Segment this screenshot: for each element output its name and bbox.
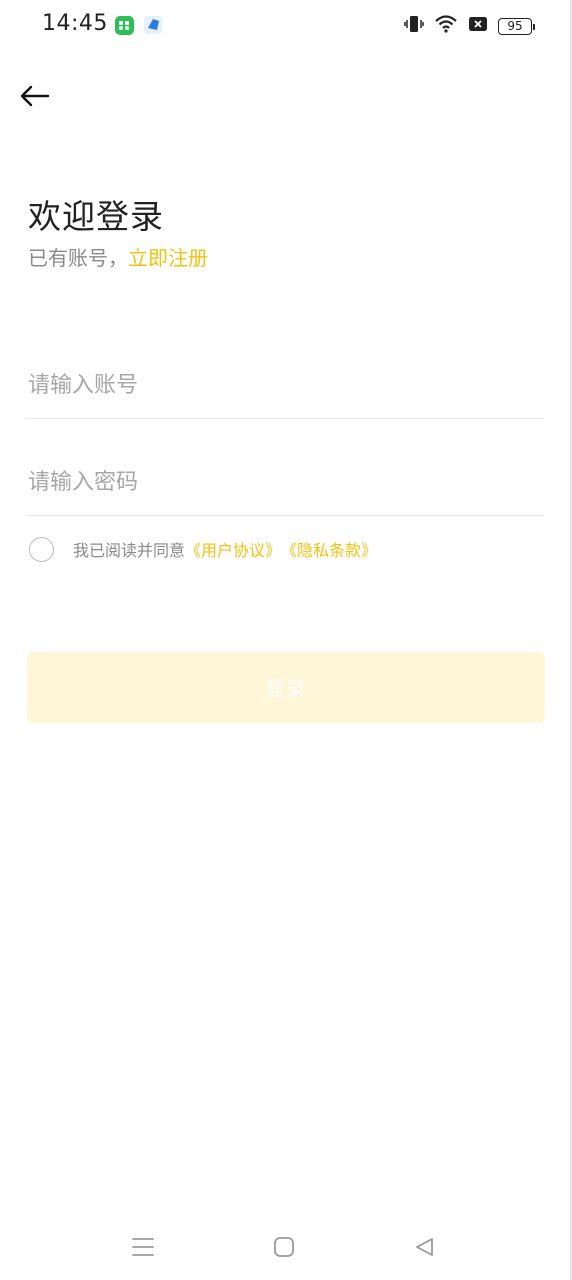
status-time: 14:45	[42, 11, 108, 36]
nav-menu-button[interactable]	[123, 1232, 163, 1262]
arrow-left-icon	[20, 85, 50, 107]
status-right-group: 95	[404, 14, 535, 38]
back-button[interactable]	[16, 78, 52, 114]
agree-checkbox[interactable]	[29, 536, 54, 562]
nav-back-button[interactable]	[404, 1232, 444, 1262]
status-bar: 14:45 95	[0, 0, 572, 52]
vibrate-icon	[404, 14, 424, 38]
register-prompt-text: 已有账号，	[28, 246, 128, 270]
password-field-wrapper	[26, 449, 544, 516]
home-square-icon	[274, 1237, 294, 1257]
register-link[interactable]: 立即注册	[128, 246, 208, 270]
register-prompt: 已有账号，立即注册	[28, 242, 208, 271]
login-button[interactable]: 登录	[27, 652, 545, 723]
user-agreement-link[interactable]: 《用户协议》	[185, 537, 281, 561]
nav-home-button[interactable]	[264, 1232, 304, 1262]
page-title: 欢迎登录	[28, 197, 164, 236]
wifi-icon	[434, 14, 458, 38]
back-triangle-icon	[416, 1238, 433, 1256]
login-screen: 14:45 95 欢迎登录 已有账号，立即注册 请输入账号 我已阅读并同意 《用…	[0, 0, 572, 1280]
agreement-row: 我已阅读并同意 《用户协议》 《隐私条款》	[29, 534, 377, 564]
battery-icon: 95	[498, 17, 535, 35]
system-nav-bar	[0, 1210, 572, 1280]
sim-x-icon	[468, 15, 488, 37]
password-input[interactable]	[26, 449, 544, 515]
app-blue-icon	[144, 16, 162, 34]
privacy-policy-link[interactable]: 《隐私条款》	[281, 537, 377, 561]
account-input[interactable]	[26, 352, 544, 418]
account-field-wrapper	[26, 352, 544, 419]
app-green-icon	[115, 16, 134, 35]
menu-icon	[132, 1238, 154, 1256]
agree-text: 我已阅读并同意	[73, 541, 186, 560]
